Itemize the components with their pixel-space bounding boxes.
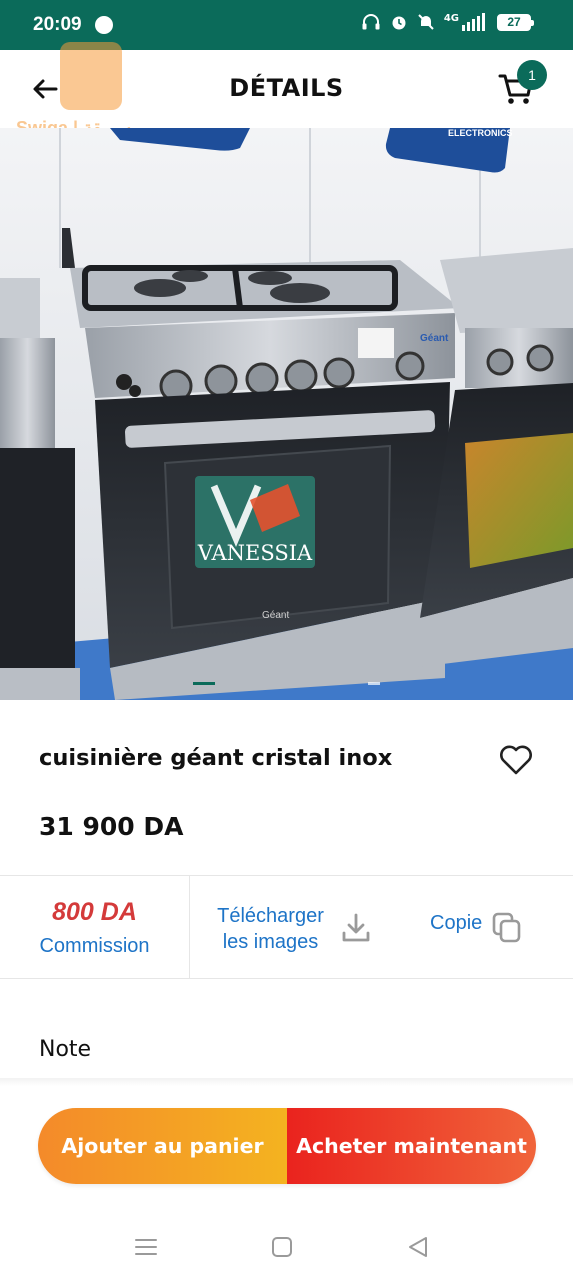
product-image-gallery[interactable]: ELECTRONICS Géant Géant VANESSIA [0, 128, 573, 700]
bottom-bar-shadow [0, 1078, 573, 1086]
add-to-cart-button[interactable]: Ajouter au panier [38, 1108, 287, 1184]
menu-icon[interactable] [132, 1233, 160, 1261]
carousel-dot[interactable] [368, 682, 380, 685]
alarm-icon [392, 16, 406, 30]
product-photo: ELECTRONICS Géant Géant VANESSIA [0, 128, 573, 700]
banner-text: ELECTRONICS [448, 128, 513, 138]
product-price: 31 900 DA [39, 812, 184, 841]
network-type: 4G [443, 12, 459, 24]
panel-brand-label: Géant [420, 333, 449, 344]
product-name: cuisinière géant cristal inox [39, 745, 393, 771]
download-icon [342, 913, 370, 942]
home-square-icon[interactable] [268, 1233, 296, 1261]
copy-icon [492, 912, 521, 943]
heart-outline-icon[interactable] [498, 743, 534, 777]
cta-group: Ajouter au panier Acheter maintenant [38, 1108, 536, 1184]
swiga-logo [56, 28, 124, 112]
note-label: Note [39, 1037, 92, 1062]
cart-count-badge: 1 [517, 60, 547, 90]
download-images-label: Télécharger les images [217, 905, 324, 953]
battery-indicator: 27 [497, 13, 534, 31]
commission-label: Commission [39, 935, 150, 957]
carousel-dot-active[interactable] [193, 682, 215, 685]
headphones-icon [362, 14, 380, 30]
logo-shape [60, 42, 122, 110]
divider [0, 978, 573, 979]
watermark-text: VANESSIA [197, 541, 313, 565]
mute-bell-icon [418, 14, 434, 30]
system-nav-bar [0, 1215, 573, 1280]
signal-icon [462, 13, 485, 31]
status-icons: 4G 27 [361, 12, 534, 31]
commission-box: 800 DA Commission [0, 876, 190, 978]
copy-button[interactable]: Copie [400, 876, 573, 978]
buy-now-button[interactable]: Acheter maintenant [287, 1108, 536, 1184]
download-images-button[interactable]: Télécharger les images [192, 876, 387, 978]
back-triangle-icon[interactable] [404, 1233, 432, 1261]
commission-value: 800 DA [52, 898, 137, 926]
door-brand-label: Géant [262, 610, 289, 621]
copy-label: Copie [430, 912, 483, 934]
